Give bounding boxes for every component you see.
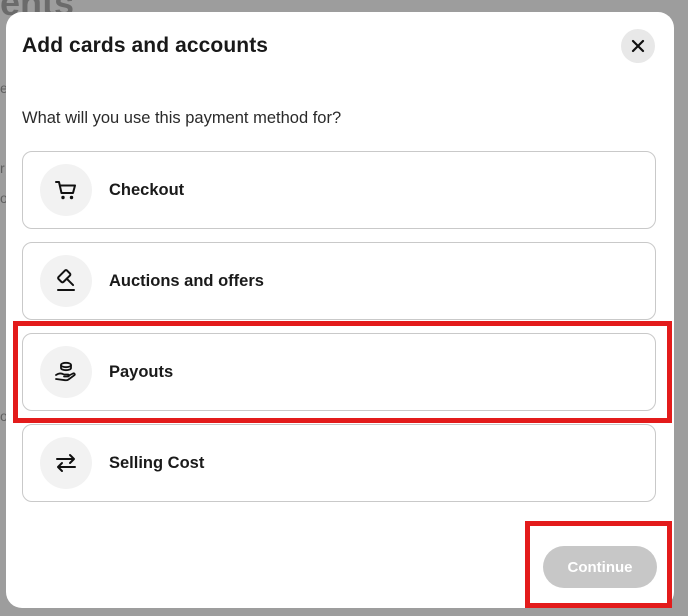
- cart-icon: [55, 181, 76, 200]
- option-icon-container: [40, 437, 92, 489]
- close-button[interactable]: [621, 29, 655, 63]
- option-label: Payouts: [109, 362, 174, 381]
- close-icon: [631, 39, 645, 53]
- background-text-fragment: r: [0, 160, 5, 176]
- option-checkout[interactable]: Checkout: [22, 151, 656, 229]
- option-icon-container: [40, 255, 92, 307]
- option-label: Auctions and offers: [109, 271, 264, 290]
- option-selling-cost[interactable]: Selling Cost: [22, 424, 656, 502]
- payment-purpose-question: What will you use this payment method fo…: [22, 109, 342, 127]
- option-label: Checkout: [109, 180, 185, 199]
- dialog-title: Add cards and accounts: [22, 34, 269, 57]
- option-payouts[interactable]: Payouts: [22, 333, 656, 411]
- payout-hand-coin-icon: [55, 361, 76, 382]
- add-cards-dialog: Add cards and accounts What will you use…: [6, 12, 674, 608]
- continue-button[interactable]: Continue: [543, 546, 657, 588]
- option-label: Selling Cost: [109, 453, 205, 472]
- option-icon-container: [40, 164, 92, 216]
- gavel-icon: [57, 269, 75, 291]
- option-icon-container: [40, 346, 92, 398]
- option-auctions-and-offers[interactable]: Auctions and offers: [22, 242, 656, 320]
- swap-arrows-icon: [56, 454, 76, 472]
